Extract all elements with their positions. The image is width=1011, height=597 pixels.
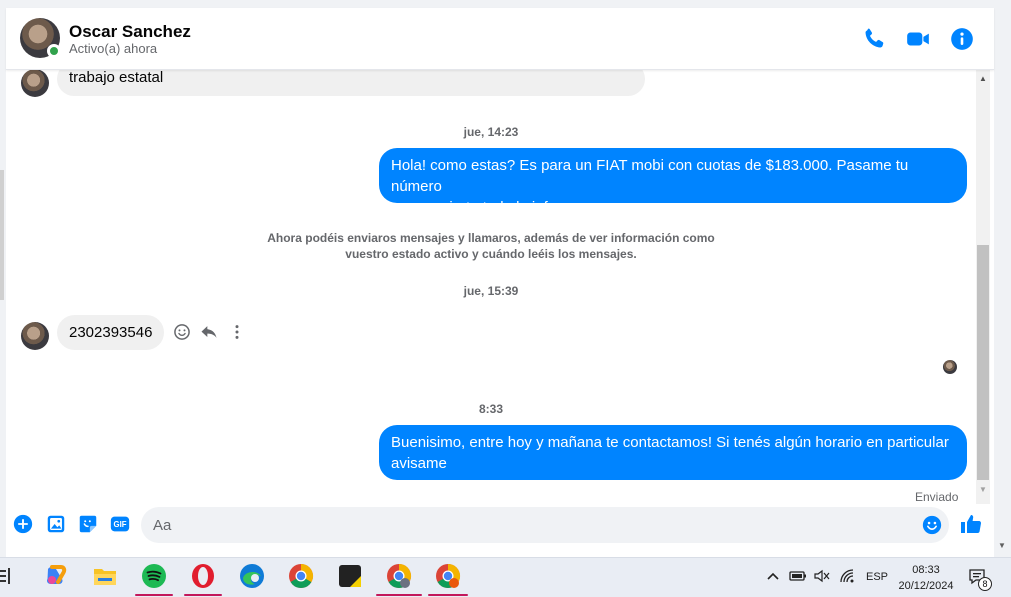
windows-taskbar: ESP 08:33 20/12/2024 8	[0, 557, 1011, 597]
message-text: 2302393546	[69, 324, 153, 341]
file-explorer-icon[interactable]	[92, 563, 118, 589]
notification-count-badge: 8	[978, 577, 992, 591]
chrome-profile-active-indicator	[376, 594, 422, 596]
incoming-message[interactable]: 2302393546	[57, 315, 165, 350]
scroll-thumb[interactable]	[977, 245, 989, 480]
clock-time: 08:33	[912, 564, 940, 576]
gif-icon[interactable]: GIF	[109, 513, 131, 535]
scroll-up-arrow-icon[interactable]: ▲	[979, 74, 987, 83]
sticky-notes-icon[interactable]	[337, 563, 363, 589]
message-input-container[interactable]	[141, 507, 949, 543]
plus-circle-icon[interactable]	[12, 513, 34, 535]
timestamp: jue, 14:23	[463, 125, 519, 139]
outgoing-message[interactable]: Hola! como estas? Es para un FIAT mobi c…	[379, 148, 967, 216]
message-composer: GIF	[6, 504, 994, 557]
video-call-icon[interactable]	[905, 26, 931, 52]
message-list[interactable]: trabajo estatal jue, 14:23 Hola! como es…	[6, 70, 976, 504]
message-text-line: Buenisimo, entre hoy y mañana te contact…	[391, 434, 949, 451]
message-scrollbar[interactable]: ▲ ▼	[976, 70, 990, 504]
system-clock[interactable]: 08:33 20/12/2024	[893, 562, 959, 594]
contact-name[interactable]: Oscar Sanchez	[69, 22, 191, 42]
message-text: trabajo estatal	[69, 70, 164, 86]
outgoing-message[interactable]: Buenisimo, entre hoy y mañana te contact…	[379, 425, 967, 480]
photo-icon[interactable]	[45, 513, 67, 535]
more-options-icon[interactable]	[227, 322, 247, 342]
emoji-icon[interactable]	[921, 514, 943, 536]
chat-window: Oscar Sanchez Activo(a) ahora trabajo es…	[6, 8, 994, 557]
clock-date: 20/12/2024	[898, 580, 954, 592]
volume-muted-icon[interactable]	[813, 569, 831, 583]
svg-text:GIF: GIF	[114, 520, 127, 529]
reply-icon[interactable]	[199, 322, 219, 342]
message-text-line: Hola! como estas? Es para un FIAT mobi c…	[391, 157, 909, 195]
battery-icon[interactable]	[789, 569, 807, 583]
spotify-icon[interactable]	[141, 563, 167, 589]
chevron-up-icon[interactable]	[766, 570, 780, 582]
react-emoji-icon[interactable]	[172, 322, 192, 342]
seen-indicator-avatar	[943, 360, 957, 374]
chrome-profile-2-active-indicator	[428, 594, 468, 596]
chat-header: Oscar Sanchez Activo(a) ahora	[6, 8, 994, 70]
timestamp: jue, 15:39	[463, 284, 519, 298]
online-indicator	[47, 44, 61, 58]
sender-avatar[interactable]	[21, 322, 49, 350]
left-scroll-thumb[interactable]	[0, 170, 4, 300]
thumbs-up-icon[interactable]	[959, 512, 983, 536]
message-input[interactable]	[153, 507, 913, 543]
chrome-profile-icon[interactable]	[386, 563, 412, 589]
notice-line: Ahora podéis enviaros mensajes y llamaro…	[267, 231, 715, 245]
spotify-active-indicator	[135, 594, 173, 596]
message-text-line: avisame	[391, 455, 447, 472]
chrome-profile-2-icon[interactable]	[435, 563, 461, 589]
sender-avatar[interactable]	[21, 70, 49, 97]
incoming-message[interactable]: trabajo estatal	[57, 70, 645, 96]
phone-call-icon[interactable]	[861, 26, 887, 52]
notice-line: vuestro estado activo y cuándo leéis los…	[345, 247, 637, 261]
sent-status: Enviado	[915, 490, 959, 504]
message-text-line: para enviarte toda la info	[391, 199, 557, 216]
scroll-down-arrow-icon[interactable]: ▼	[979, 485, 987, 494]
sticker-icon[interactable]	[77, 513, 99, 535]
wifi-icon[interactable]	[839, 568, 857, 584]
contact-status: Activo(a) ahora	[69, 41, 158, 56]
outer-scroll-down-icon[interactable]: ▼	[998, 541, 1006, 550]
edge-icon[interactable]	[239, 563, 265, 589]
privacy-notice: Ahora podéis enviaros mensajes y llamaro…	[261, 230, 721, 262]
language-indicator[interactable]: ESP	[866, 571, 888, 583]
chrome-icon[interactable]	[288, 563, 314, 589]
right-window-edge: ▼	[994, 0, 1011, 557]
task-view-icon[interactable]	[0, 566, 12, 586]
opera-active-indicator	[184, 594, 222, 596]
timestamp: 8:33	[478, 402, 504, 416]
opera-icon[interactable]	[190, 563, 216, 589]
copilot-icon[interactable]	[43, 563, 69, 589]
info-icon[interactable]	[949, 26, 975, 52]
